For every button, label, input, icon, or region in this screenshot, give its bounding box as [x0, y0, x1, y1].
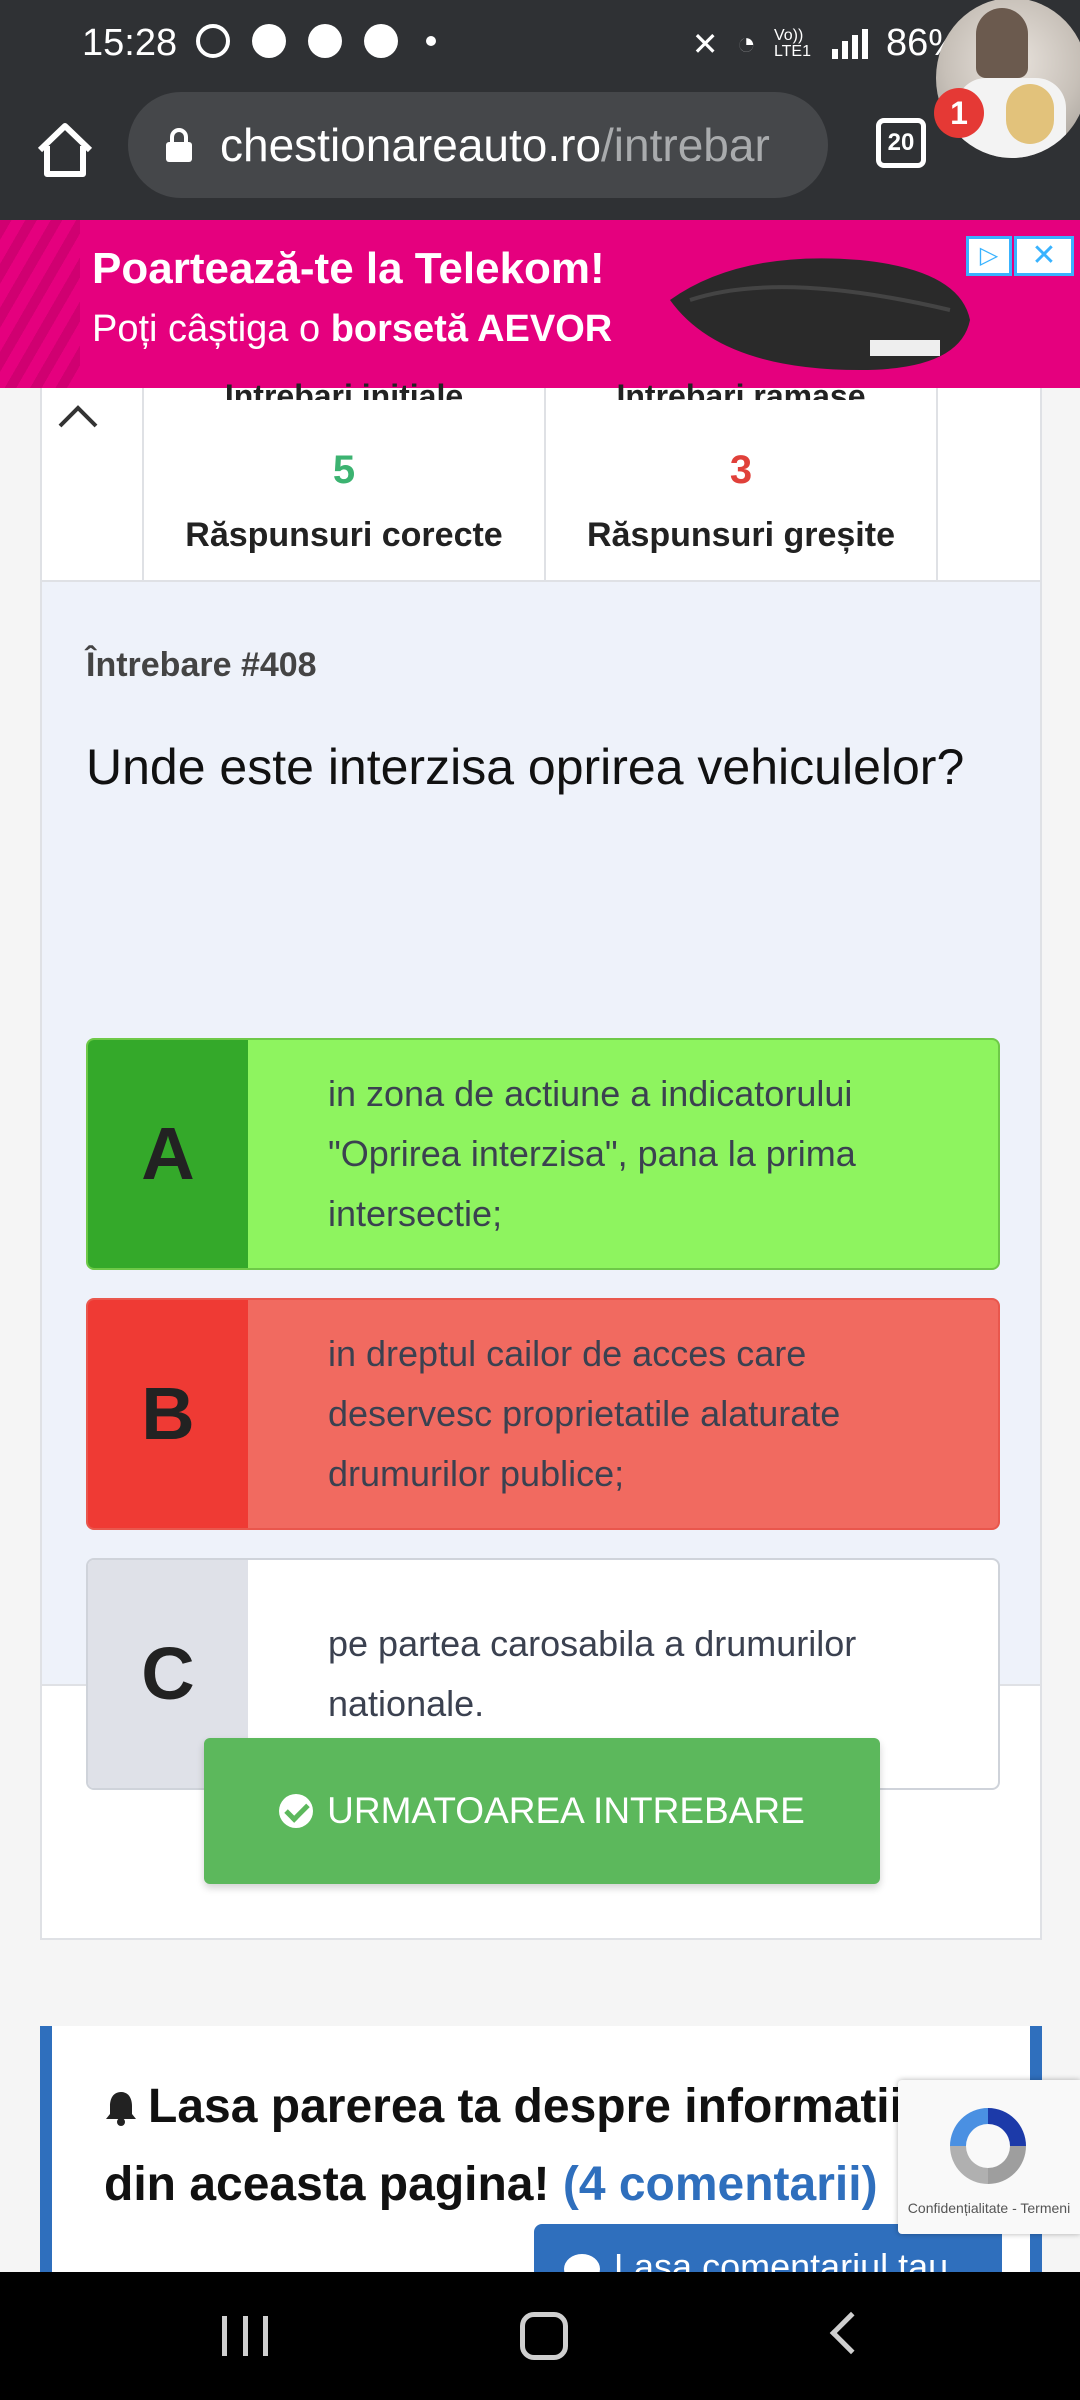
comments-link[interactable]: (4 comentarii): [563, 2158, 878, 2211]
bell-icon: [106, 2092, 136, 2126]
next-question-label: URMATOAREA INTREBARE: [327, 1790, 805, 1831]
stat-wrong: Intrebari ramase 3 Răspunsuri greșite: [546, 378, 938, 580]
wrong-label: Răspunsuri greșite: [587, 516, 895, 554]
app-icon: [252, 24, 286, 58]
address-bar[interactable]: chestionareauto.ro/intrebar: [128, 92, 828, 198]
network-type: Vo)) LTE1: [773, 26, 811, 60]
home-icon[interactable]: [32, 118, 98, 184]
answer-text: in dreptul cailor de acces care deserves…: [328, 1333, 841, 1494]
browser-toolbar: chestionareauto.ro/intrebar 20: [0, 92, 1080, 220]
answer-letter: A: [88, 1040, 248, 1268]
check-circle-icon: [279, 1794, 314, 1828]
chevron-up-icon: [58, 405, 98, 428]
correct-label: Răspunsuri corecte: [185, 516, 503, 554]
game-icon: [308, 24, 342, 58]
url-text: chestionareauto.ro/intrebar: [220, 118, 780, 172]
home-nav-icon[interactable]: [520, 2312, 568, 2360]
bag-image: [670, 258, 970, 370]
back-icon[interactable]: [829, 2311, 873, 2355]
mute-icon: ✕: [691, 25, 719, 62]
ad-info-icon[interactable]: ▷: [966, 236, 1012, 276]
facebook-icon: [364, 24, 398, 58]
stat-remaining-label: Intrebari ramase: [616, 378, 866, 400]
media-icon: [196, 24, 230, 58]
url-host: chestionareauto.ro: [220, 119, 602, 171]
ad-subtitle: Poți câștiga o borsetă AEVOR: [92, 308, 612, 351]
recaptcha-icon: [950, 2108, 1026, 2184]
ad-subtitle-plain: Poți câștiga o: [92, 308, 331, 350]
lock-icon: [166, 128, 192, 162]
stat-initial-label: Intrebari initiale: [224, 378, 464, 400]
answer-text: in zona de actiune a indicatorului "Opri…: [328, 1073, 856, 1234]
recaptcha-badge[interactable]: Confidențialitate - Termeni: [898, 2080, 1080, 2234]
close-icon[interactable]: ✕: [1014, 236, 1074, 276]
ad-title: Poartează-te la Telekom!: [92, 244, 605, 293]
notification-badge: 1: [934, 88, 984, 138]
recaptcha-text[interactable]: Confidențialitate - Termeni: [898, 2200, 1080, 2216]
ad-banner[interactable]: Poartează-te la Telekom! Poți câștiga o …: [0, 220, 1080, 388]
answer-b[interactable]: B in dreptul cailor de acces care deserv…: [86, 1298, 1000, 1530]
collapse-button[interactable]: [42, 388, 144, 580]
recent-apps-icon[interactable]: [222, 2316, 268, 2356]
correct-count: 5: [332, 448, 356, 492]
notification-icons: [196, 24, 436, 58]
tab-switcher-button[interactable]: 20: [876, 118, 926, 168]
question-area: Întrebare #408 Unde este interzisa oprir…: [42, 582, 1040, 1790]
answer-a[interactable]: A in zona de actiune a indicatorului "Op…: [86, 1038, 1000, 1270]
status-bar: 15:28 ✕ ◔ Vo)) LTE1 86%: [0, 0, 1080, 92]
comment-box: Lasa parerea ta despre informatiile din …: [40, 2026, 1042, 2294]
next-question-button[interactable]: URMATOAREA INTREBARE: [204, 1738, 880, 1884]
stats-row: Intrebari initiale 5 Răspunsuri corecte …: [42, 378, 1040, 582]
system-nav-bar: [0, 2272, 1080, 2400]
signal-icon: [831, 28, 868, 59]
url-path: /intrebar: [601, 119, 770, 171]
answer-letter: B: [88, 1300, 248, 1528]
status-time: 15:28: [82, 22, 178, 64]
stat-correct: Intrebari initiale 5 Răspunsuri corecte: [144, 378, 546, 580]
more-notifications-icon: [426, 36, 436, 46]
wrong-count: 3: [729, 448, 753, 492]
question-number: Întrebare #408: [86, 646, 317, 684]
ad-subtitle-bold: borsetă AEVOR: [330, 308, 613, 350]
question-text: Unde este interzisa oprirea vehiculelor?: [86, 739, 965, 795]
comment-prompt: Lasa parerea ta despre informatiile din …: [104, 2068, 984, 2224]
wifi-icon: ◔: [736, 25, 756, 61]
quiz-card: Intrebari initiale 5 Răspunsuri corecte …: [40, 378, 1042, 1940]
